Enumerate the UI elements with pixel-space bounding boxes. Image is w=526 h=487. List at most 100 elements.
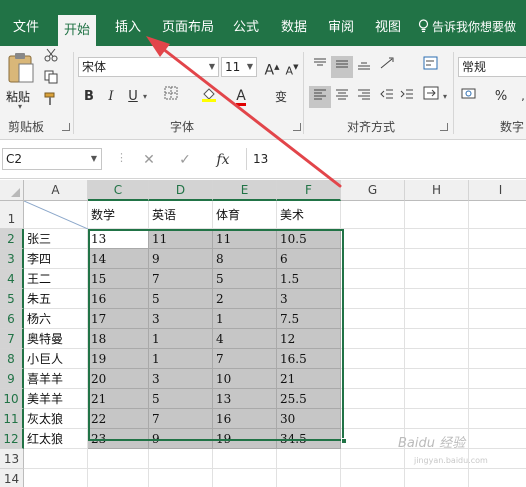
- empty-cell[interactable]: [213, 469, 277, 487]
- tab-review[interactable]: 审阅: [328, 9, 354, 46]
- align-center-button[interactable]: [331, 86, 353, 108]
- empty-cell[interactable]: [149, 449, 213, 469]
- row-header-1[interactable]: 1: [0, 201, 24, 229]
- empty-cell[interactable]: [405, 389, 469, 409]
- row-header-4[interactable]: 4: [0, 269, 24, 289]
- data-cell[interactable]: 21: [277, 369, 341, 389]
- header-cell[interactable]: 美术: [277, 201, 341, 229]
- row-header-7[interactable]: 7: [0, 329, 24, 349]
- borders-button[interactable]: [160, 86, 182, 108]
- data-cell[interactable]: 10: [213, 369, 277, 389]
- column-header-c[interactable]: C: [88, 180, 149, 201]
- row-header-2[interactable]: 2: [0, 229, 24, 249]
- name-cell[interactable]: 杨六: [24, 309, 88, 329]
- tab-view[interactable]: 视图: [375, 9, 401, 46]
- data-cell[interactable]: 17: [88, 309, 149, 329]
- tell-me-search[interactable]: 告诉我你想要做: [418, 9, 516, 46]
- data-cell[interactable]: 7.5: [277, 309, 341, 329]
- cancel-entry-button[interactable]: ✕: [138, 149, 160, 171]
- orientation-button[interactable]: [376, 56, 398, 78]
- align-bottom-button[interactable]: [353, 56, 375, 78]
- data-cell[interactable]: 8: [213, 249, 277, 269]
- decrease-indent-button[interactable]: [376, 86, 398, 108]
- format-painter-button[interactable]: [40, 92, 62, 114]
- align-right-button[interactable]: [353, 86, 375, 108]
- fill-handle[interactable]: [341, 438, 347, 444]
- copy-button[interactable]: [40, 70, 62, 92]
- empty-cell[interactable]: [469, 429, 526, 449]
- select-all-button[interactable]: [0, 180, 24, 201]
- data-cell[interactable]: 7: [149, 269, 213, 289]
- empty-cell[interactable]: [405, 229, 469, 249]
- data-cell[interactable]: 22: [88, 409, 149, 429]
- underline-button[interactable]: U: [122, 86, 144, 108]
- name-cell[interactable]: 李四: [24, 249, 88, 269]
- cut-button[interactable]: [40, 48, 62, 70]
- empty-cell[interactable]: [341, 429, 405, 449]
- data-cell[interactable]: 19: [213, 429, 277, 449]
- data-cell[interactable]: 13: [213, 389, 277, 409]
- name-cell[interactable]: 灰太狼: [24, 409, 88, 429]
- data-cell[interactable]: 4: [213, 329, 277, 349]
- data-cell[interactable]: 7: [149, 409, 213, 429]
- data-cell[interactable]: 3: [277, 289, 341, 309]
- empty-cell[interactable]: [277, 449, 341, 469]
- paste-button[interactable]: 粘贴 ▾: [4, 50, 38, 112]
- name-cell[interactable]: 朱五: [24, 289, 88, 309]
- accounting-format-button[interactable]: [458, 86, 480, 108]
- name-cell[interactable]: 美羊羊: [24, 389, 88, 409]
- empty-cell[interactable]: [341, 229, 405, 249]
- align-top-button[interactable]: [309, 56, 331, 78]
- data-cell[interactable]: 34.5: [277, 429, 341, 449]
- active-cell[interactable]: 13: [88, 229, 149, 249]
- empty-cell[interactable]: [405, 349, 469, 369]
- header-cell[interactable]: 体育: [213, 201, 277, 229]
- empty-cell[interactable]: [405, 269, 469, 289]
- name-cell[interactable]: 奥特曼: [24, 329, 88, 349]
- data-cell[interactable]: 2: [213, 289, 277, 309]
- row-header-5[interactable]: 5: [0, 289, 24, 309]
- row-header-9[interactable]: 9: [0, 369, 24, 389]
- data-cell[interactable]: 9: [149, 249, 213, 269]
- empty-cell[interactable]: [469, 389, 526, 409]
- empty-cell[interactable]: [88, 469, 149, 487]
- data-cell[interactable]: 19: [88, 349, 149, 369]
- data-cell[interactable]: 16: [213, 409, 277, 429]
- font-name-select[interactable]: 宋体 ▼: [78, 57, 219, 77]
- tab-page-layout[interactable]: 页面布局: [162, 9, 214, 46]
- empty-cell[interactable]: [341, 449, 405, 469]
- empty-cell[interactable]: [469, 269, 526, 289]
- name-cell[interactable]: 喜羊羊: [24, 369, 88, 389]
- empty-cell[interactable]: [341, 309, 405, 329]
- empty-cell[interactable]: [469, 229, 526, 249]
- decrease-font-size-button[interactable]: A▼: [281, 56, 303, 78]
- data-cell[interactable]: 15: [88, 269, 149, 289]
- data-cell[interactable]: 25.5: [277, 389, 341, 409]
- empty-cell[interactable]: [405, 309, 469, 329]
- number-format-select[interactable]: 常规: [458, 57, 526, 77]
- font-dialog-launcher-icon[interactable]: [293, 123, 301, 131]
- comma-style-button[interactable]: ,: [512, 86, 526, 108]
- percent-style-button[interactable]: %: [490, 86, 512, 108]
- row-header-6[interactable]: 6: [0, 309, 24, 329]
- data-cell[interactable]: 7: [213, 349, 277, 369]
- data-cell[interactable]: 1: [213, 309, 277, 329]
- row-header-8[interactable]: 8: [0, 349, 24, 369]
- data-cell[interactable]: 10.5: [277, 229, 341, 249]
- row-header-11[interactable]: 11: [0, 409, 24, 429]
- empty-cell[interactable]: [469, 201, 526, 229]
- empty-cell[interactable]: [341, 409, 405, 429]
- data-cell[interactable]: 14: [88, 249, 149, 269]
- empty-cell[interactable]: [469, 309, 526, 329]
- data-cell[interactable]: 12: [277, 329, 341, 349]
- data-cell[interactable]: 16.5: [277, 349, 341, 369]
- align-left-button[interactable]: [309, 86, 331, 108]
- column-header-f[interactable]: F: [277, 180, 341, 201]
- column-header-e[interactable]: E: [213, 180, 277, 201]
- data-cell[interactable]: 1.5: [277, 269, 341, 289]
- data-cell[interactable]: 1: [149, 349, 213, 369]
- empty-cell[interactable]: [88, 449, 149, 469]
- tab-insert[interactable]: 插入: [115, 9, 141, 46]
- column-header-d[interactable]: D: [149, 180, 213, 201]
- name-cell[interactable]: 小巨人: [24, 349, 88, 369]
